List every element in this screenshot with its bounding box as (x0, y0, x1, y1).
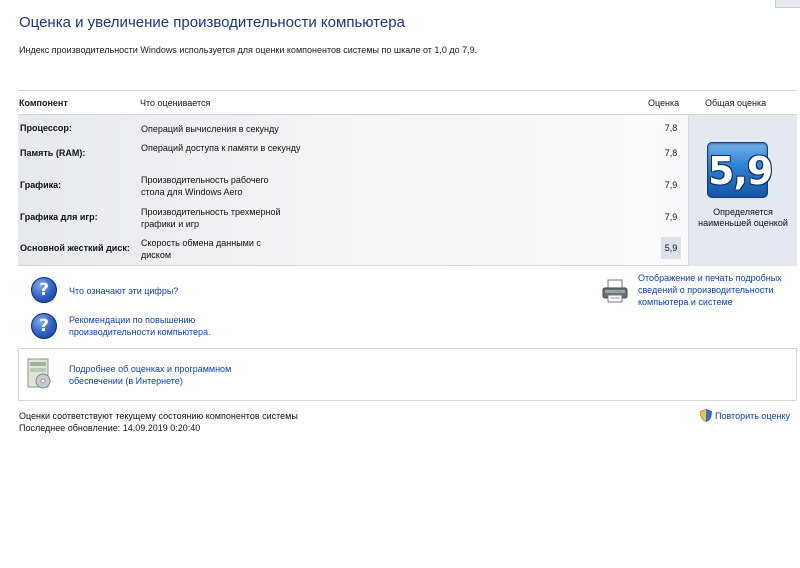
row-score-lowest: 5,9 (661, 237, 681, 259)
row-score: 7,8 (664, 123, 678, 133)
status-text: Оценки соответствуют текущему состоянию … (19, 410, 298, 434)
header-component: Компонент (19, 98, 68, 108)
row-score: 7,9 (664, 212, 678, 222)
table-row-disk: Основной жесткий диск: Скорость обмена д… (18, 235, 681, 265)
row-score: 7,9 (664, 180, 678, 190)
table-row-gaming: Графика для игр: Производительность трех… (18, 203, 679, 233)
more-info-box: Подробнее об оценках и программном обесп… (18, 348, 797, 401)
row-name: Графика для игр: (20, 212, 98, 222)
header-overall: Общая оценка (705, 98, 767, 108)
overall-score-panel: 5,9 Определяется наименьшей оценкой (688, 115, 797, 266)
row-score: 7,8 (664, 148, 678, 158)
overall-score-caption: Определяется наименьшей оценкой (698, 207, 788, 228)
printer-icon[interactable] (601, 279, 629, 303)
overall-score-badge: 5,9 (707, 142, 773, 198)
header-what: Что оценивается (140, 98, 211, 108)
rerun-link[interactable]: Повторить оценку (715, 410, 790, 422)
link-more-online[interactable]: Подробнее об оценках и программном обесп… (69, 363, 259, 387)
row-name: Процессор: (20, 123, 72, 133)
overall-score-value: 5,9 (708, 149, 773, 193)
row-desc: Операций доступа к памяти в секунду (141, 143, 301, 153)
status-line-1: Оценки соответствуют текущему состоянию … (19, 411, 298, 421)
window-edge (775, 0, 800, 8)
link-what-numbers-mean[interactable]: Что означают эти цифры? (69, 285, 178, 297)
table-header: Компонент Что оценивается Оценка Общая о… (18, 90, 797, 115)
link-recommendations[interactable]: Рекомендации по повышению производительн… (69, 314, 249, 338)
software-box-icon[interactable] (26, 357, 54, 391)
row-desc: Скорость обмена данными с диском (141, 238, 261, 260)
status-line-2: Последнее обновление: 14.09.2019 0:20:40 (19, 423, 201, 433)
header-score: Оценка (648, 98, 680, 108)
row-name: Графика: (20, 180, 62, 190)
intro-text: Индекс производительности Windows исполь… (19, 45, 478, 55)
row-desc: Производительность рабочего стола для Wi… (141, 175, 269, 197)
table-row-graphics: Графика: Производительность рабочего сто… (18, 171, 679, 201)
table-row-ram: Память (RAM): Операций доступа к памяти … (18, 139, 679, 169)
scores-table: Компонент Что оценивается Оценка Общая о… (18, 90, 797, 266)
row-desc: Производительность трехмерной графики и … (141, 207, 281, 229)
uac-shield-icon (700, 409, 712, 422)
row-name: Память (RAM): (20, 148, 86, 158)
help-question-icon[interactable]: ? (31, 313, 57, 339)
page-title: Оценка и увеличение производительности к… (19, 14, 405, 31)
table-body: Процессор: Операций вычисления в секунду… (18, 115, 797, 266)
link-print-details[interactable]: Отображение и печать подробных сведений … (638, 272, 798, 308)
row-desc: Операций вычисления в секунду (141, 124, 279, 134)
help-question-icon[interactable]: ? (31, 277, 57, 303)
row-name: Основной жесткий диск: (20, 243, 130, 253)
